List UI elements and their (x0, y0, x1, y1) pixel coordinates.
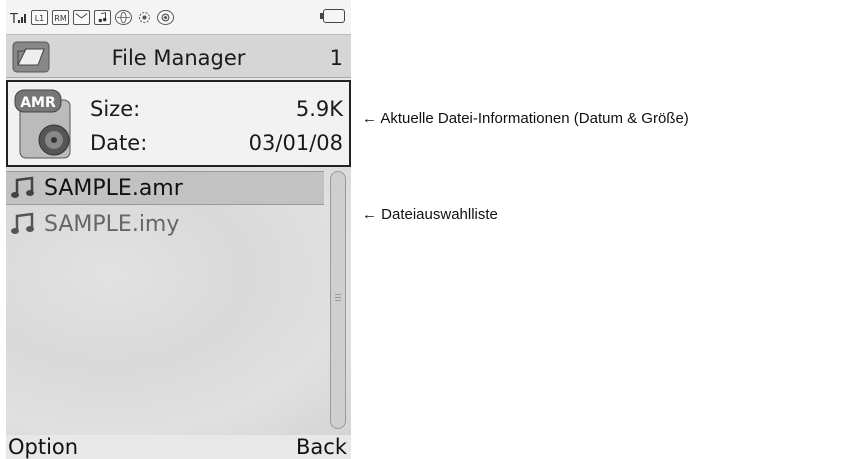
disc-icon (157, 9, 174, 25)
svg-text:T: T (10, 12, 18, 25)
size-value: 5.9K (295, 97, 343, 121)
annotation-file-list: ← Dateiauswahlliste (362, 206, 498, 223)
music-note-icon (11, 176, 34, 198)
amr-badge: AMR (20, 95, 56, 111)
scroll-grip[interactable] (335, 294, 341, 302)
music-note-icon (11, 212, 34, 234)
battery-icon (320, 9, 345, 23)
rm-icon: RM (52, 9, 69, 25)
phone-screen: T L1 RM File Manager 1 AMR Size: 5.9K Da… (6, 0, 351, 459)
softkey-bar: Option Back (6, 435, 351, 459)
music-icon (94, 9, 111, 25)
file-info-panel: AMR Size: 5.9K Date: 03/01/08 (6, 80, 351, 167)
title-bar: File Manager 1 (6, 34, 351, 78)
line1-icon: L1 (31, 9, 48, 25)
back-softkey[interactable]: Back (296, 435, 347, 459)
file-name: SAMPLE.imy (44, 211, 180, 237)
settings-icon (139, 11, 150, 23)
date-label: Date: (90, 131, 148, 155)
option-softkey[interactable]: Option (8, 435, 78, 459)
page-title: File Manager (111, 46, 246, 70)
list-item-sample-amr[interactable]: SAMPLE.amr (6, 171, 324, 205)
amr-file-icon: AMR (14, 89, 71, 159)
size-label: Size: (90, 97, 141, 121)
message-icon (73, 9, 90, 25)
globe-icon (115, 9, 132, 25)
status-bar: T L1 RM (6, 0, 351, 34)
list-item-sample-imy[interactable]: SAMPLE.imy (6, 207, 324, 241)
signal-icon: T (10, 12, 26, 25)
file-count: 1 (329, 46, 343, 70)
file-list: SAMPLE.amr SAMPLE.imy (6, 167, 351, 435)
file-name: SAMPLE.amr (44, 175, 183, 201)
annotation-file-info: ← Aktuelle Datei-Informationen (Datum & … (362, 110, 689, 127)
scrollbar[interactable] (330, 171, 346, 429)
date-value: 03/01/08 (248, 131, 343, 155)
